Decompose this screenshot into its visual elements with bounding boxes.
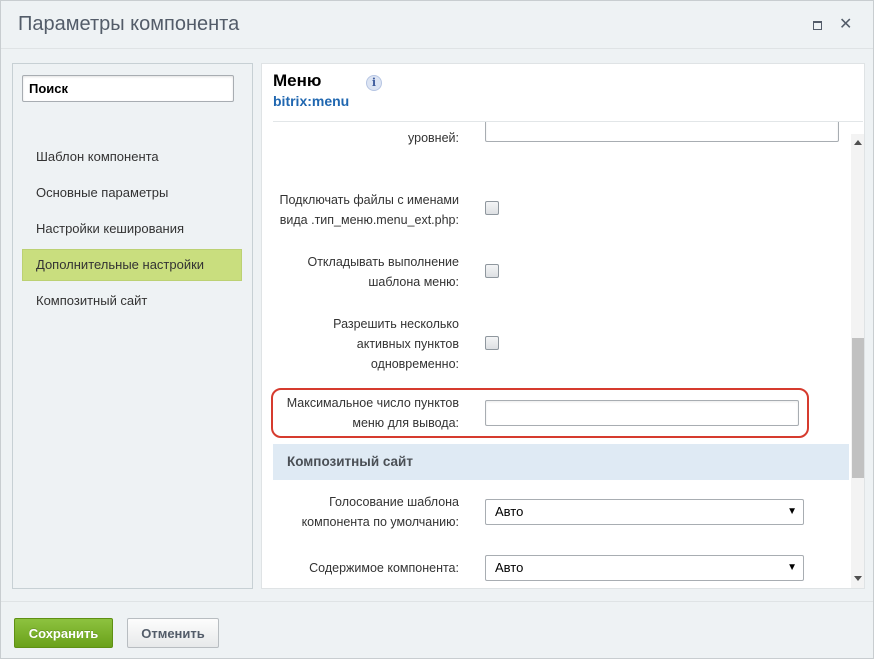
sidebar-item-main-params[interactable]: Основные параметры — [22, 177, 242, 209]
params-scrollbar[interactable] — [851, 134, 864, 588]
cut-param-label: уровней: — [408, 131, 459, 145]
composite-section-header: Композитный сайт — [273, 444, 849, 480]
maximize-icon[interactable] — [813, 21, 822, 30]
sidebar-item-template[interactable]: Шаблон компонента — [22, 141, 242, 173]
defer-checkbox[interactable] — [485, 264, 499, 278]
info-icon[interactable]: i — [366, 75, 382, 91]
multi-active-checkbox[interactable] — [485, 336, 499, 350]
scrollbar-thumb[interactable] — [852, 338, 864, 478]
scroll-up-icon[interactable] — [854, 140, 862, 145]
sidebar-item-composite-site[interactable]: Композитный сайт — [22, 285, 242, 317]
cancel-button[interactable]: Отменить — [127, 618, 219, 648]
voting-label-line-1: Голосование шаблона — [329, 495, 459, 509]
content-select[interactable]: Авто ▼ — [485, 555, 804, 581]
defer-label: Откладывать выполнение шаблона меню: — [262, 252, 459, 292]
include-files-label: Подключать файлы с именами вида .тип_мен… — [262, 190, 459, 230]
settings-panel: Меню i bitrix:menu уровней: Подключать ф… — [261, 63, 865, 589]
scroll-down-icon[interactable] — [854, 576, 862, 581]
dialog-footer: Сохранить Отменить — [1, 601, 873, 658]
sidebar-item-cache-settings[interactable]: Настройки кеширования — [22, 213, 242, 245]
cut-param-field[interactable] — [485, 122, 839, 142]
component-code: bitrix:menu — [273, 93, 350, 109]
multi-active-label: Разрешить несколько активных пунктов одн… — [262, 314, 459, 374]
voting-label: Голосование шаблона компонента по умолча… — [262, 492, 459, 532]
save-button[interactable]: Сохранить — [14, 618, 113, 648]
sidebar: Шаблон компонента Основные параметры Нас… — [12, 63, 253, 589]
multi-active-label-line-3: одновременно: — [370, 357, 459, 371]
dropdown-arrow-icon: ▼ — [787, 562, 797, 573]
max-items-label-line-2: меню для вывода: — [352, 416, 459, 430]
defer-label-line-1: Откладывать выполнение — [307, 255, 459, 269]
multi-active-label-line-1: Разрешить несколько — [333, 317, 459, 331]
search-input[interactable] — [22, 75, 234, 102]
max-items-label-line-1: Максимальное число пунктов — [286, 396, 459, 410]
component-name: Меню — [273, 71, 322, 90]
dialog-title: Параметры компонента — [18, 13, 240, 35]
include-files-checkbox[interactable] — [485, 201, 499, 215]
voting-select[interactable]: Авто ▼ — [485, 499, 804, 525]
include-files-label-line-1: Подключать файлы с именами — [279, 193, 459, 207]
dialog-titlebar: Параметры компонента ✕ — [1, 1, 873, 49]
dropdown-arrow-icon: ▼ — [787, 506, 797, 517]
include-files-label-line-2: вида .тип_меню.menu_ext.php: — [279, 213, 459, 227]
multi-active-label-line-2: активных пунктов — [356, 337, 459, 351]
composite-section-title: Композитный сайт — [287, 454, 413, 469]
defer-label-line-2: шаблона меню: — [368, 275, 459, 289]
content-select-value: Авто — [495, 560, 524, 575]
params-scroll-area: уровней: Подключать файлы с именами вида… — [262, 122, 851, 588]
content-label: Содержимое компонента: — [309, 561, 459, 575]
close-icon[interactable]: ✕ — [839, 15, 852, 35]
component-settings-dialog: Параметры компонента ✕ Шаблон компонента… — [0, 0, 874, 659]
voting-select-value: Авто — [495, 504, 524, 519]
sidebar-item-additional-settings[interactable]: Дополнительные настройки — [22, 249, 242, 281]
max-items-input[interactable] — [485, 400, 799, 426]
voting-label-line-2: компонента по умолчанию: — [301, 515, 459, 529]
max-items-label: Максимальное число пунктов меню для выво… — [262, 393, 459, 433]
